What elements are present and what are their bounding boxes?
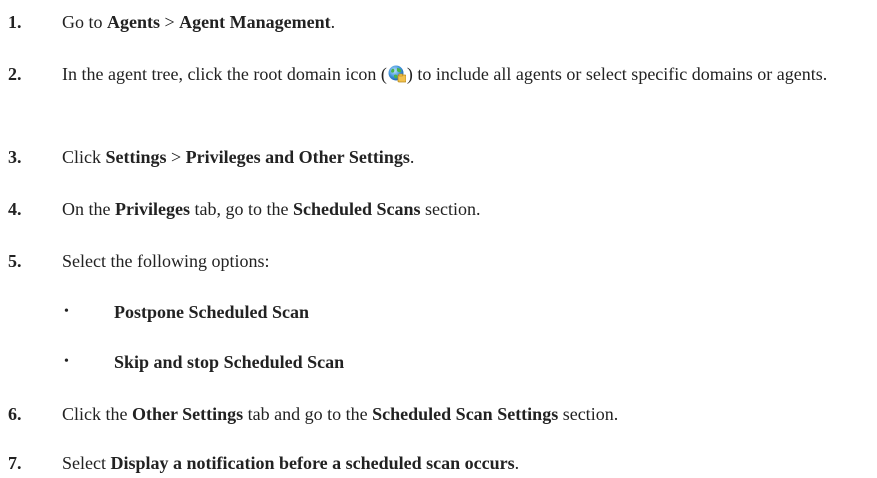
- step-text: Go to Agents > Agent Management.: [62, 9, 867, 35]
- step-number: 6.: [8, 404, 22, 424]
- ui-path-privileges-and-other-settings: Privileges and Other Settings: [185, 147, 410, 167]
- ui-section-scheduled-scans: Scheduled Scans: [292, 199, 421, 219]
- bullet-icon: •: [64, 304, 69, 319]
- step-text-part: In the agent tree, click the root domain…: [62, 64, 387, 84]
- step-text-part: Click the: [62, 404, 132, 424]
- step-number: 1.: [8, 12, 22, 32]
- step-text-part: tab, go to the: [189, 199, 293, 219]
- ui-path-settings: Settings: [105, 147, 167, 167]
- ui-path-agents: Agents: [107, 12, 160, 32]
- step-text-part: Select: [62, 453, 111, 473]
- step-text-part: On the: [62, 199, 115, 219]
- step-text: Click the Other Settings tab and go to t…: [62, 401, 867, 427]
- step-text-part: tab and go to the: [243, 404, 373, 424]
- root-domain-globe-icon: [388, 64, 407, 83]
- step-number: 5.: [8, 251, 22, 271]
- step-number: 4.: [8, 199, 22, 219]
- step-text: On the Privileges tab, go to the Schedul…: [62, 196, 867, 222]
- step-text-part: .: [330, 12, 336, 32]
- option-label: Postpone Scheduled Scan: [114, 302, 310, 322]
- ui-tab-other-settings: Other Settings: [132, 404, 244, 424]
- step-text: Select Display a notification before a s…: [62, 450, 867, 476]
- option-label: Skip and stop Scheduled Scan: [114, 352, 345, 372]
- step-text: Click Settings > Privileges and Other Se…: [62, 144, 867, 170]
- ui-path-agent-management: Agent Management: [179, 12, 331, 32]
- bullet-icon: •: [64, 354, 69, 369]
- step-text-part: >: [160, 12, 180, 32]
- step-text-part: .: [409, 147, 415, 167]
- ui-option-display-notification: Display a notification before a schedule…: [110, 453, 515, 473]
- step-text: In the agent tree, click the root domain…: [62, 61, 867, 87]
- step-text-part: Go to: [62, 12, 107, 32]
- step-text-part: Click: [62, 147, 106, 167]
- step-text: Select the following options:: [62, 251, 270, 271]
- step-number: 2.: [8, 64, 22, 84]
- step-text-part: section.: [558, 404, 619, 424]
- step-number: 7.: [8, 453, 22, 473]
- ui-section-scheduled-scan-settings: Scheduled Scan Settings: [372, 404, 559, 424]
- step-text-part: ) to include all agents or select specif…: [406, 64, 828, 84]
- ui-tab-privileges: Privileges: [115, 199, 190, 219]
- step-text-part: .: [514, 453, 520, 473]
- step-text-part: section.: [420, 199, 481, 219]
- step-text-part: >: [166, 147, 186, 167]
- step-number: 3.: [8, 147, 22, 167]
